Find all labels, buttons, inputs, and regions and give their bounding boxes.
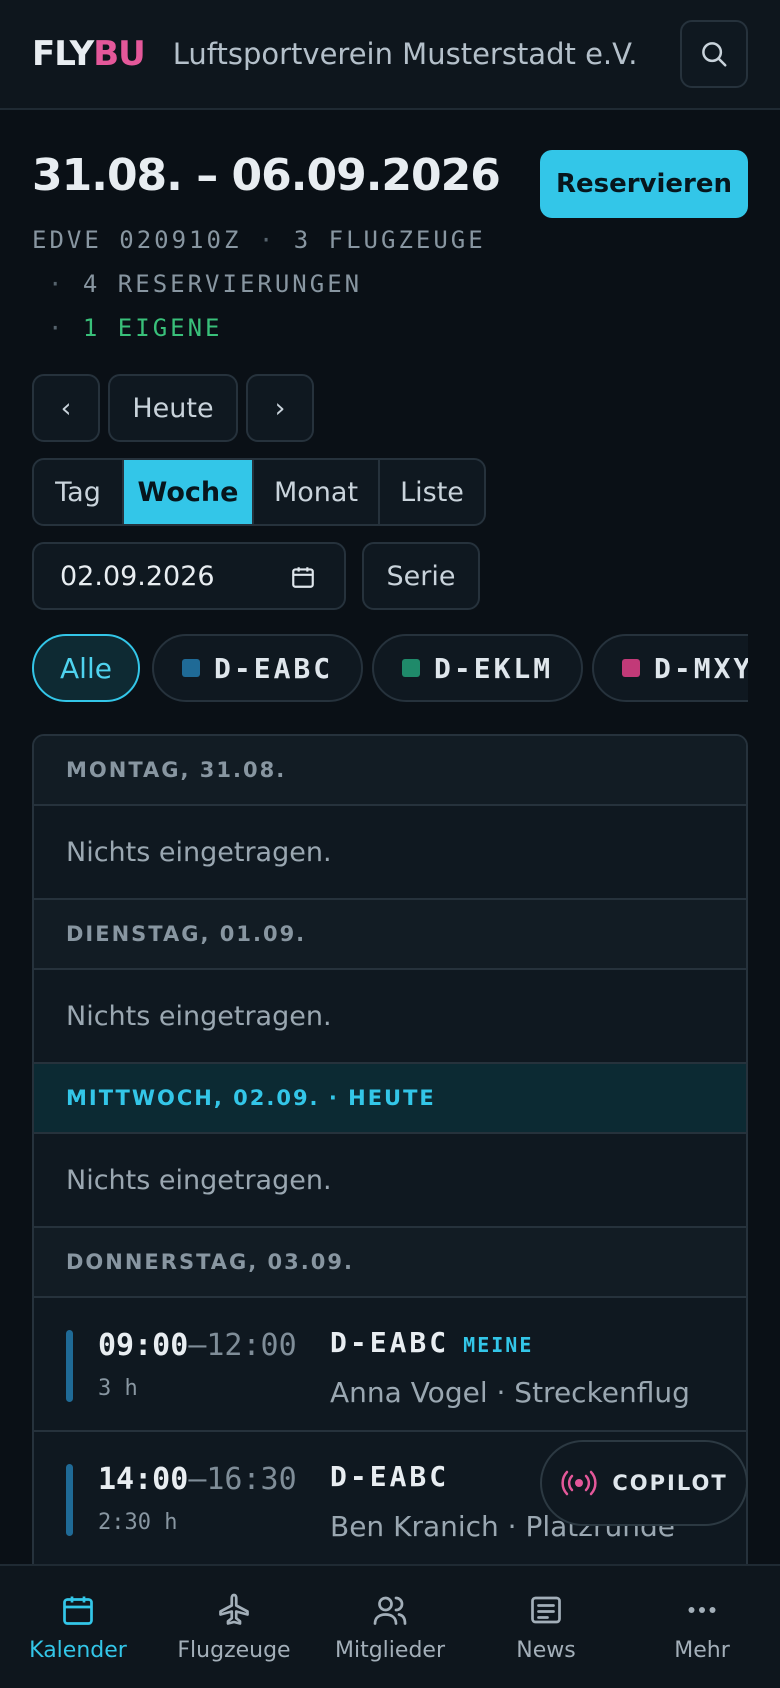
own-count: 1 EIGENE	[82, 314, 223, 342]
copilot-label: COPILOT	[612, 1471, 728, 1495]
aircraft-color-swatch	[622, 659, 640, 677]
nav-more[interactable]: Mehr	[624, 1566, 780, 1688]
aircraft-color-bar	[66, 1330, 73, 1402]
search-icon	[702, 42, 727, 67]
reservation-duration: 2:30 h	[98, 1510, 178, 1535]
start-time: 09:00	[98, 1328, 189, 1363]
next-week-button[interactable]: ›	[246, 374, 314, 442]
today-button[interactable]: Heute	[108, 374, 238, 442]
prev-week-button[interactable]: ‹	[32, 374, 100, 442]
filter-chip-d-eabc[interactable]: D-EABC	[152, 634, 364, 702]
series-button[interactable]: Serie	[362, 542, 480, 610]
empty-day-note: Nichts eingetragen.	[34, 970, 746, 1064]
reservation-time: 14:00–16:30	[98, 1462, 297, 1497]
reservation-count: 4 RESERVIERUNGEN	[82, 270, 363, 298]
nav-members[interactable]: Mitglieder	[312, 1566, 468, 1688]
day-header-tuesday: DIENSTAG, 01.09.	[34, 900, 746, 970]
calendar-icon	[63, 1596, 93, 1625]
aircraft-color-swatch	[182, 659, 200, 677]
app-logo[interactable]: FLY BU	[32, 34, 146, 74]
filter-all-chip[interactable]: Alle	[32, 634, 140, 702]
bottom-nav: Kalender Flugzeuge Mitglieder News Mehr	[0, 1564, 780, 1688]
copilot-button[interactable]: COPILOT	[540, 1440, 748, 1526]
nav-news[interactable]: News	[468, 1566, 624, 1688]
nav-aircraft[interactable]: Flugzeuge	[156, 1566, 312, 1688]
separator-dot: ·	[48, 314, 83, 342]
broadcast-icon	[561, 1470, 597, 1496]
empty-day-note: Nichts eingetragen.	[34, 806, 746, 900]
aircraft-registration: D-EKLM	[434, 651, 554, 685]
airfield-metar: EDVE 020910Z	[32, 226, 242, 254]
day-header-monday: MONTAG, 31.08.	[34, 736, 746, 806]
week-meta-line3: · 1 EIGENE	[48, 314, 223, 342]
tab-list[interactable]: Liste	[380, 460, 484, 524]
view-switcher: Tag Woche Monat Liste	[32, 458, 486, 526]
nav-label: Flugzeuge	[177, 1637, 291, 1663]
day-header-thursday: DONNERSTAG, 03.09.	[34, 1228, 746, 1298]
reservation-entry[interactable]: 09:00–12:00 3 h D-EABC MEINE Anna Vogel ·…	[34, 1298, 746, 1432]
own-badge: MEINE	[463, 1333, 534, 1357]
tab-day[interactable]: Tag	[34, 460, 124, 524]
reserve-button[interactable]: Reservieren	[540, 150, 748, 218]
aircraft-count: 3 FLUGZEUGE	[293, 226, 486, 254]
tab-week[interactable]: Woche	[124, 460, 254, 524]
aircraft-filter: Alle D-EABC D-EKLM D-MXY	[32, 634, 748, 702]
week-meta-line1: EDVE 020910Z · 3 FLUGZEUGE	[32, 226, 486, 254]
day-header-today: MITTWOCH, 02.09. · HEUTE	[34, 1064, 746, 1134]
end-time: –16:30	[188, 1462, 297, 1497]
reservation-aircraft: D-EABC MEINE	[330, 1326, 534, 1359]
separator-dot: ·	[258, 226, 294, 254]
tab-month[interactable]: Monat	[254, 460, 380, 524]
logo-text-bu: BU	[93, 34, 146, 74]
nav-calendar[interactable]: Kalender	[0, 1566, 156, 1688]
search-button[interactable]	[680, 20, 748, 88]
end-time: –12:00	[188, 1328, 297, 1363]
date-value: 02.09.2026	[60, 560, 215, 592]
reservation-detail: Anna Vogel · Streckenflug	[330, 1376, 690, 1409]
users-icon	[373, 1596, 407, 1625]
airplane-icon	[219, 1593, 249, 1625]
separator-dot: ·	[48, 270, 83, 298]
club-name: Luftsportverein Musterstadt e.V.	[172, 37, 638, 71]
news-icon	[531, 1596, 561, 1623]
filter-chip-d-eklm[interactable]: D-EKLM	[372, 634, 584, 702]
nav-label: Mehr	[674, 1637, 730, 1663]
more-icon	[688, 1606, 716, 1613]
week-meta-line2: · 4 RESERVIERUNGEN	[48, 270, 362, 298]
empty-day-note: Nichts eingetragen.	[34, 1134, 746, 1228]
week-title: 31.08. – 06.09.2026	[32, 150, 501, 201]
aircraft-registration: D-MXY	[654, 651, 748, 685]
aircraft-registration: D-EABC	[214, 651, 334, 685]
filter-chip-d-mxy[interactable]: D-MXY	[592, 634, 748, 702]
start-time: 14:00	[98, 1462, 189, 1497]
calendar-icon[interactable]	[290, 564, 316, 590]
nav-label: Kalender	[29, 1637, 127, 1663]
aircraft-color-swatch	[402, 659, 420, 677]
nav-label: News	[516, 1637, 576, 1663]
date-field[interactable]: 02.09.2026	[32, 542, 346, 610]
reservation-aircraft: D-EABC	[330, 1460, 450, 1493]
reservation-time: 09:00–12:00	[98, 1328, 297, 1363]
week-agenda: MONTAG, 31.08. Nichts eingetragen. DIENS…	[32, 734, 748, 1688]
reservation-duration: 3 h	[98, 1376, 138, 1401]
app-header: FLY BU Luftsportverein Musterstadt e.V.	[0, 0, 780, 110]
aircraft-color-bar	[66, 1464, 73, 1536]
logo-text-fly: FLY	[32, 34, 94, 74]
nav-label: Mitglieder	[335, 1637, 445, 1663]
